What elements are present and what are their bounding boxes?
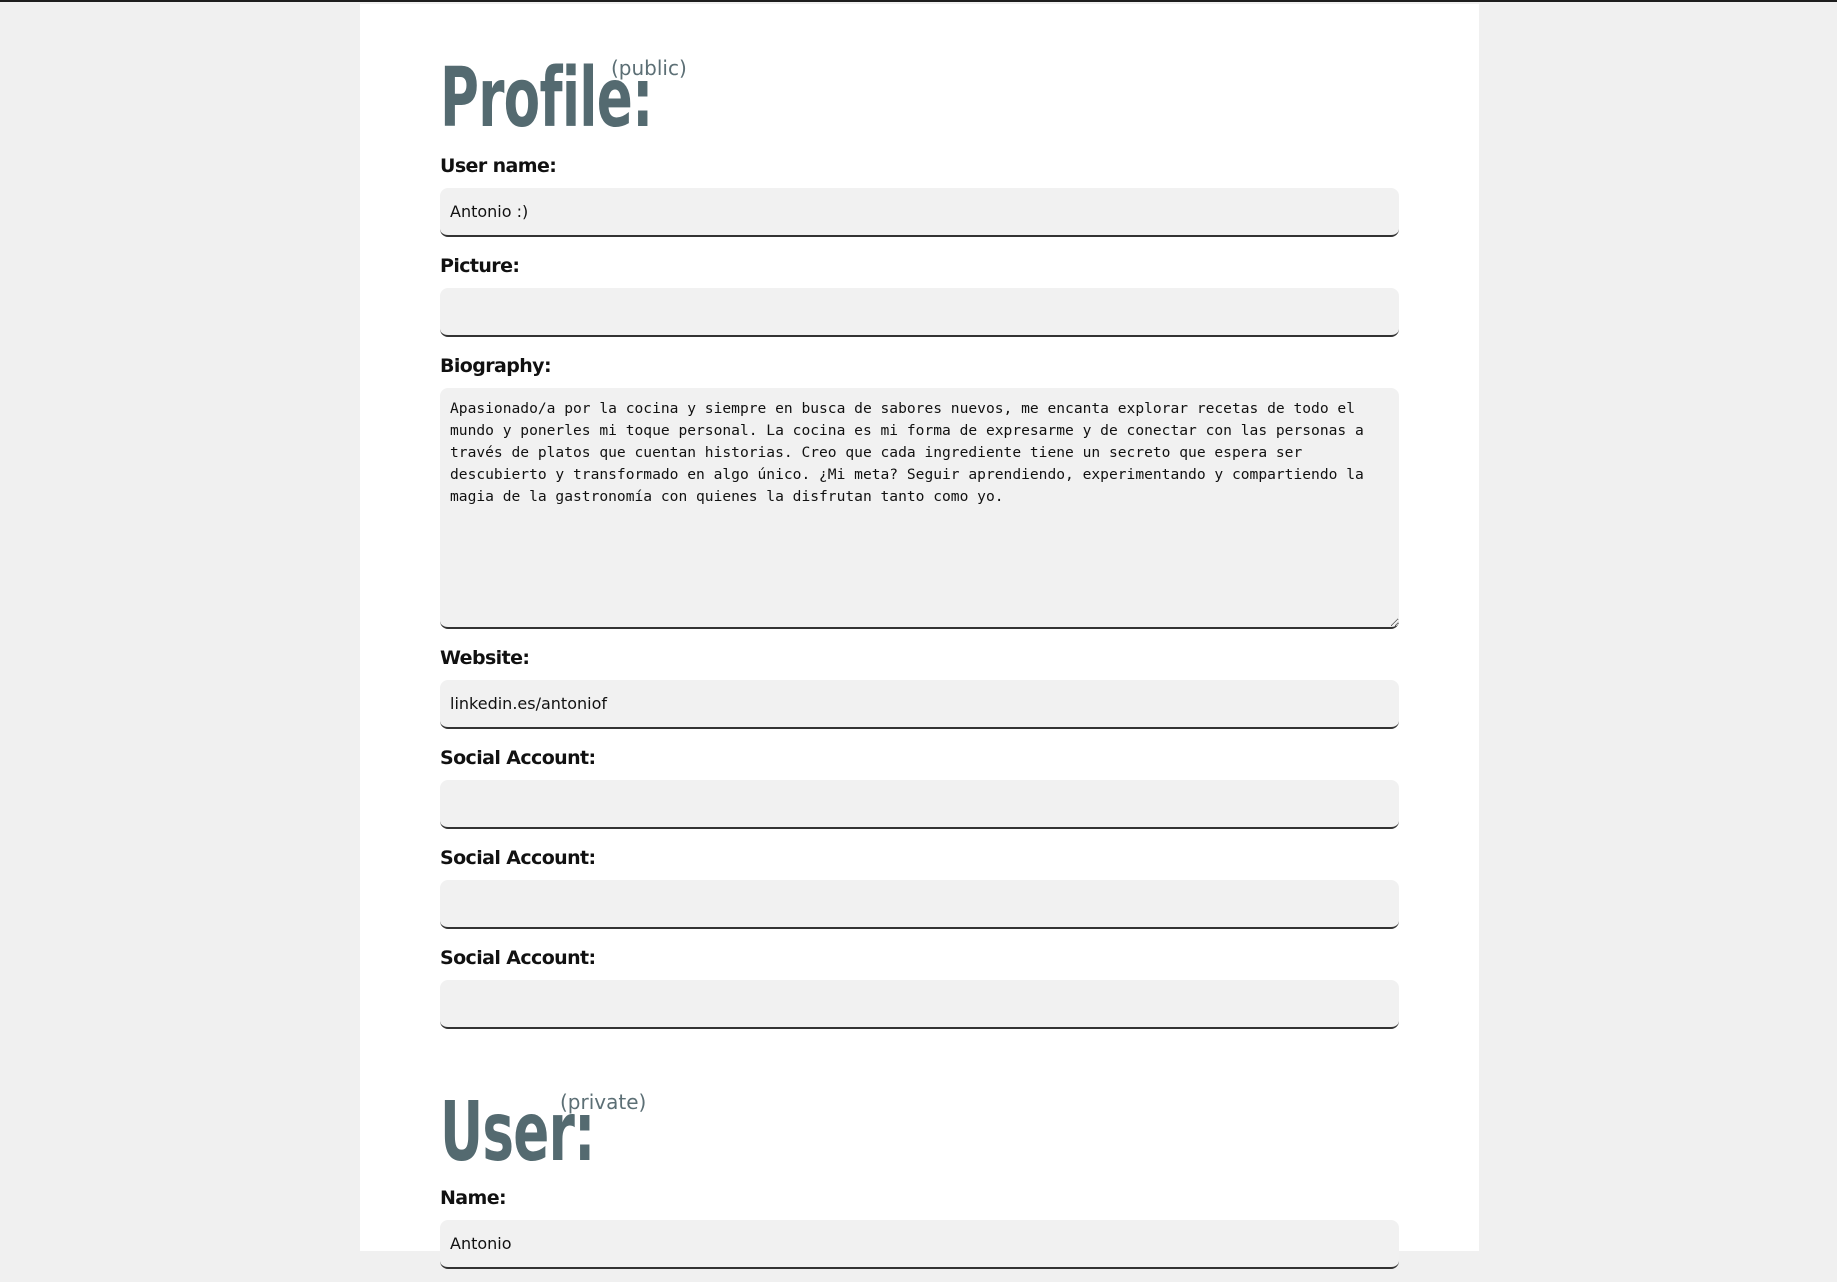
website-field: Website: (440, 642, 1399, 729)
user-visibility-note: (private) (560, 1090, 647, 1114)
social-account-label-2: Social Account: (440, 847, 596, 869)
top-border (0, 0, 1837, 2)
user-heading: User: (private) (440, 1042, 1399, 1174)
user-name-field: User name: (440, 150, 1399, 237)
social-account-field-2: Social Account: (440, 842, 1399, 929)
profile-visibility-note: (public) (611, 56, 687, 80)
user-name-input[interactable] (440, 188, 1399, 237)
social-account-label-3: Social Account: (440, 947, 596, 969)
picture-field: Picture: (440, 250, 1399, 337)
user-name-label: User name: (440, 155, 557, 177)
social-account-field-1: Social Account: (440, 742, 1399, 829)
website-label: Website: (440, 647, 530, 669)
picture-input[interactable] (440, 288, 1399, 337)
profile-heading: Profile: (public) (440, 4, 1399, 140)
social-account-input-2[interactable] (440, 880, 1399, 929)
social-account-input-3[interactable] (440, 980, 1399, 1029)
website-input[interactable] (440, 680, 1399, 729)
name-label: Name: (440, 1187, 507, 1209)
social-account-label-1: Social Account: (440, 747, 596, 769)
social-account-field-3: Social Account: (440, 942, 1399, 1029)
form-content: Profile: (public) User name: Picture: Bi… (440, 4, 1399, 1282)
name-input[interactable] (440, 1220, 1399, 1269)
name-field: Name: (440, 1182, 1399, 1269)
biography-textarea[interactable]: Apasionado/a por la cocina y siempre en … (440, 388, 1399, 629)
biography-label: Biography: (440, 355, 552, 377)
form-panel: Profile: (public) User name: Picture: Bi… (360, 4, 1479, 1269)
picture-label: Picture: (440, 255, 520, 277)
social-account-input-1[interactable] (440, 780, 1399, 829)
biography-field: Biography: Apasionado/a por la cocina y … (440, 350, 1399, 629)
